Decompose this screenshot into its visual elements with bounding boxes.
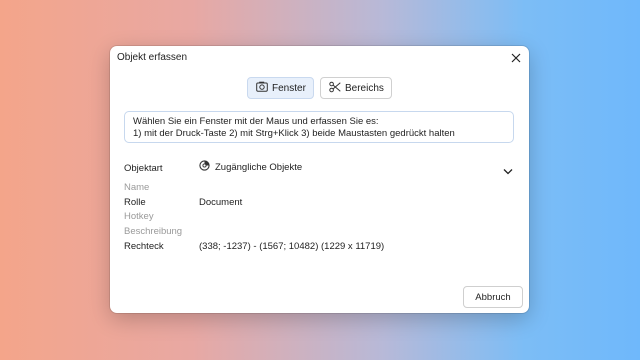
window-mode-button[interactable]: Fenster xyxy=(247,77,314,99)
hotkey-label: Hotkey xyxy=(124,211,154,222)
region-mode-label: Bereichs xyxy=(345,82,384,94)
region-mode-button[interactable]: Bereichs xyxy=(320,77,392,99)
capture-object-dialog: Objekt erfassen Fenster Bereichs Wählen … xyxy=(110,46,529,313)
accessibility-objects-icon xyxy=(199,160,215,174)
close-icon[interactable] xyxy=(507,49,525,67)
cancel-button[interactable]: Abbruch xyxy=(463,286,523,308)
rechteck-value: (338; -1237) - (1567; 10482) (1229 x 117… xyxy=(199,241,385,252)
name-label: Name xyxy=(124,182,150,193)
rolle-label: Rolle xyxy=(124,197,146,208)
rolle-value: Document xyxy=(199,197,243,208)
objektart-label: Objektart xyxy=(124,163,163,174)
dialog-title: Objekt erfassen xyxy=(117,52,188,63)
objektart-value: Zugängliche Objekte xyxy=(215,161,303,173)
chevron-down-icon[interactable] xyxy=(503,162,513,180)
scissors-icon xyxy=(329,81,345,96)
instructions-box: Wählen Sie ein Fenster mit der Maus und … xyxy=(124,111,514,143)
instructions-line-1: Wählen Sie ein Fenster mit der Maus und … xyxy=(133,116,379,127)
rechteck-label: Rechteck xyxy=(124,241,164,252)
objektart-select[interactable]: Zugängliche Objekte xyxy=(199,160,302,174)
window-mode-label: Fenster xyxy=(272,82,306,94)
title-bar: Objekt erfassen xyxy=(110,46,529,68)
beschreibung-label: Beschreibung xyxy=(124,226,183,237)
camera-icon xyxy=(256,81,272,95)
instructions-line-2: 1) mit der Druck-Taste 2) mit Strg+Klick… xyxy=(133,128,455,139)
